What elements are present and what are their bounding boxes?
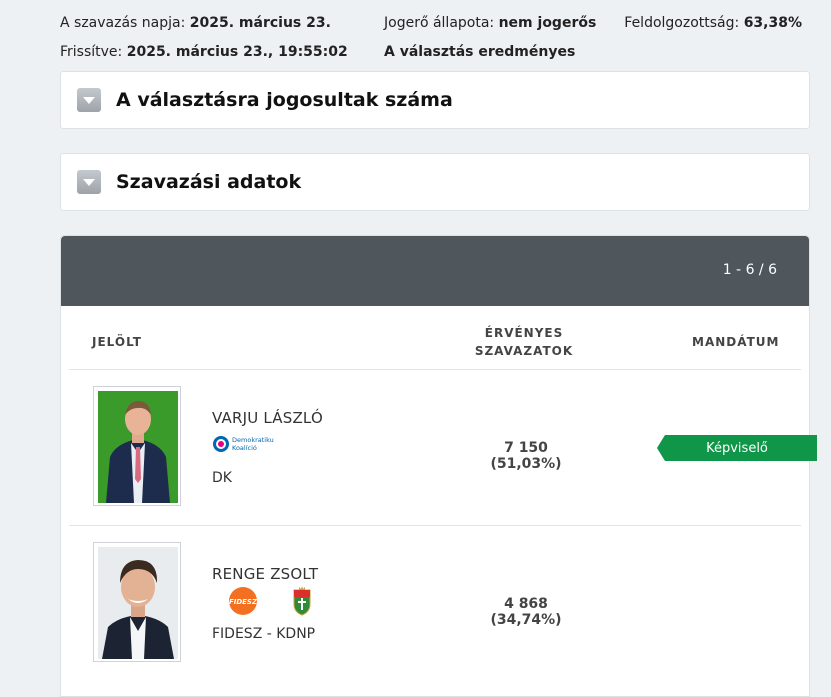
results-table: 1 - 6 / 6 JELÖLT ÉRVÉNYES SZAVAZATOK MAN…: [60, 235, 817, 697]
candidate-name: RENGE ZSOLT: [212, 565, 319, 583]
column-header-mandate[interactable]: MANDÁTUM: [692, 333, 779, 351]
eligible-voters-header[interactable]: A választásra jogosultak száma: [61, 72, 809, 128]
candidate-party: FIDESZ - KDNP: [212, 626, 316, 642]
candidate-votes: 4 868 (34,74%): [490, 596, 562, 628]
column-header-valid-votes[interactable]: ÉRVÉNYES SZAVAZATOK: [461, 324, 587, 360]
column-header-candidate[interactable]: JELÖLT: [92, 333, 142, 351]
candidate-name: VARJU LÁSZLÓ: [212, 409, 323, 427]
dk-logo-text-2: Koalíció: [232, 444, 257, 452]
dk-logo-text-1: Demokratikus: [232, 436, 274, 444]
voting-data-header[interactable]: Szavazási adatok: [61, 154, 809, 210]
updated: Frissítve: 2025. március 23., 19:55:02: [60, 44, 348, 60]
processing-progress-label: Feldolgozottság:: [624, 15, 740, 31]
fidesz-logo-text: FIDESZ: [229, 598, 258, 606]
updated-label: Frissítve:: [60, 44, 123, 60]
column-header-valid-votes-line2: SZAVAZATOK: [474, 344, 574, 358]
chevron-down-icon[interactable]: [77, 170, 101, 194]
row-divider: [69, 369, 801, 370]
legal-status-value: nem jogerős: [498, 15, 597, 31]
processing-progress-value: 63,38%: [743, 15, 802, 31]
panel-title: Szavazási adatok: [116, 171, 302, 193]
eligible-voters-panel[interactable]: A választásra jogosultak száma: [60, 71, 810, 129]
candidate-party: DK: [212, 470, 232, 486]
vote-day-label: A szavazás napja:: [60, 15, 186, 31]
column-header-valid-votes-line1: ÉRVÉNYES: [484, 326, 564, 340]
legal-status-label: Jogerő állapota:: [384, 15, 495, 31]
dk-party-logo: Demokratikus Koalíció: [212, 434, 278, 458]
vote-day-value: 2025. március 23.: [189, 15, 331, 31]
panel-title: A választásra jogosultak száma: [116, 89, 453, 111]
candidate-votes: 7 150 (51,03%): [490, 440, 562, 472]
vote-day: A szavazás napja: 2025. március 23.: [60, 15, 331, 31]
chevron-down-icon[interactable]: [77, 88, 101, 112]
voting-data-panel[interactable]: Szavazási adatok: [60, 153, 810, 211]
kdnp-party-logo: [292, 586, 312, 620]
fidesz-party-logo: FIDESZ: [228, 586, 258, 620]
pagination-info: 1 - 6 / 6: [722, 262, 777, 278]
updated-value: 2025. március 23., 19:55:02: [126, 44, 348, 60]
candidate-photo: [93, 386, 181, 506]
mandate-badge: Képviselő: [657, 435, 817, 461]
results-header-bar: 1 - 6 / 6: [61, 236, 809, 306]
candidate-photo: [93, 542, 181, 662]
election-result-text: A választás eredményes: [384, 44, 576, 60]
election-result: A választás eredményes: [384, 44, 575, 60]
row-divider: [69, 525, 801, 526]
legal-status: Jogerő állapota: nem jogerős: [384, 15, 596, 31]
processing-progress: Feldolgozottság: 63,38%: [624, 15, 802, 31]
